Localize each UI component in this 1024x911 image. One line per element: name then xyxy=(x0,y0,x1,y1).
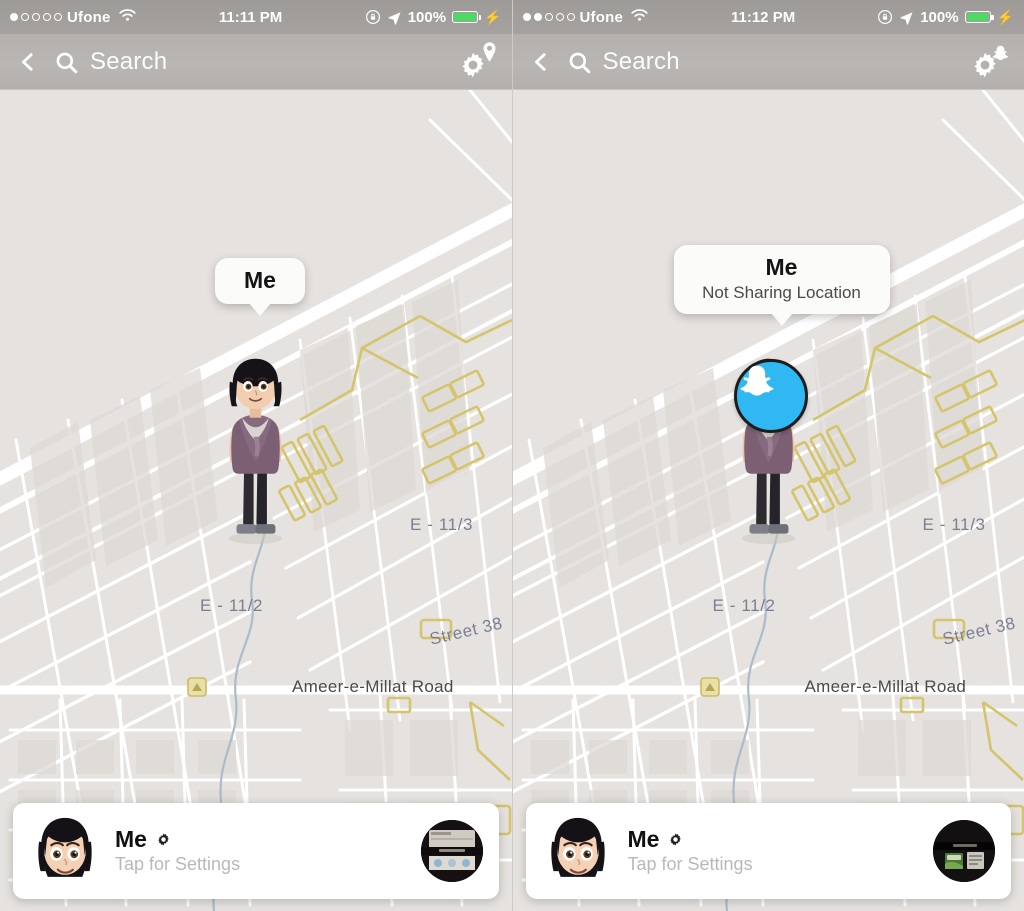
status-bar: Ufone 11:11 PM 100% ⚡ xyxy=(0,0,512,34)
search-placeholder-label: Search xyxy=(90,48,168,75)
map-label-area-1: E - 11/3 xyxy=(922,515,986,534)
bitmoji-headshot-icon xyxy=(542,815,614,887)
gear-ghost-icon[interactable] xyxy=(968,42,1008,82)
clock-label: 11:12 PM xyxy=(730,8,796,26)
snapchat-ghost-icon[interactable] xyxy=(733,359,808,433)
callout-title: Me xyxy=(765,254,798,280)
status-bar-left: Ufone xyxy=(522,8,650,27)
rotation-lock-icon xyxy=(365,9,381,25)
profile-subtitle-label: Tap for Settings xyxy=(627,854,753,875)
profile-name-label: Me xyxy=(115,826,147,853)
bitmoji-headshot-icon xyxy=(29,815,101,887)
map-label-area-2: E - 11/2 xyxy=(712,596,776,615)
cellular-signal-dots xyxy=(522,13,575,21)
snap-thumbnail[interactable] xyxy=(420,820,483,882)
battery-percent-label: 100% xyxy=(407,8,447,26)
profile-settings-card[interactable]: Me Tap for Settings xyxy=(13,803,499,899)
wifi-icon xyxy=(118,8,137,27)
gear-icon[interactable] xyxy=(155,831,172,848)
lightning-bolt-icon: ⚡ xyxy=(996,9,1014,25)
snap-thumbnail[interactable] xyxy=(933,820,995,882)
battery-percent-label: 100% xyxy=(920,8,959,26)
map-label-area-1: E - 11/3 xyxy=(410,515,474,534)
nav-bar: Search xyxy=(0,34,512,90)
status-bar-center: 11:11 PM xyxy=(137,9,365,26)
profile-name-row: Me xyxy=(628,827,934,851)
search-input[interactable]: Search xyxy=(54,48,456,76)
clock-label: 11:11 PM xyxy=(218,8,283,26)
gear-icon[interactable] xyxy=(667,831,684,848)
phone-screen-left: Ufone 11:11 PM 100% ⚡ Search E - 11/3 E … xyxy=(0,0,512,911)
cellular-signal-dots xyxy=(10,13,62,21)
map-label-area-2: E - 11/2 xyxy=(200,596,264,615)
profile-name-row: Me xyxy=(115,827,421,851)
search-input[interactable]: Search xyxy=(567,48,969,76)
gear-location-pin-icon[interactable] xyxy=(456,42,496,82)
profile-card-text: Me Tap for Settings xyxy=(115,827,421,875)
phone-screen-right: Ufone 11:12 PM 100% ⚡ Search E - 11/3 E … xyxy=(511,0,1024,911)
map-avatar-bitmoji[interactable] xyxy=(208,355,303,545)
map-callout-bubble[interactable]: Me Not Sharing Location xyxy=(673,245,890,326)
dual-screenshot-comparison: Ufone 11:11 PM 100% ⚡ Search E - 11/3 E … xyxy=(0,0,1024,911)
status-bar-center: 11:12 PM xyxy=(649,9,877,26)
profile-subtitle-label: Tap for Settings xyxy=(115,854,241,875)
status-bar-right: 100% ⚡ xyxy=(365,9,502,26)
status-bar-left: Ufone xyxy=(10,8,137,27)
status-bar: Ufone 11:12 PM 100% ⚡ xyxy=(512,0,1024,34)
profile-name-label: Me xyxy=(627,826,660,853)
profile-card-text: Me Tap for Settings xyxy=(628,827,934,875)
wifi-icon xyxy=(630,8,649,27)
nav-bar: Search xyxy=(512,34,1024,90)
search-icon xyxy=(54,50,79,75)
map-callout-bubble[interactable]: Me xyxy=(215,258,305,317)
lightning-bolt-icon: ⚡ xyxy=(484,9,502,25)
map-label-ameer-e-millat-road: Ameer-e-Millat Road xyxy=(292,677,454,696)
location-arrow-icon xyxy=(899,10,914,25)
battery-icon xyxy=(964,11,994,23)
carrier-label: Ufone xyxy=(579,8,623,26)
rotation-lock-icon xyxy=(877,9,893,25)
profile-settings-card[interactable]: Me Tap for Settings xyxy=(525,803,1011,899)
search-placeholder-label: Search xyxy=(602,48,680,75)
search-icon xyxy=(567,50,592,75)
map-canvas[interactable]: E - 11/3 E - 11/2 Street 38 Ameer-e-Mill… xyxy=(0,90,512,911)
map-label-ameer-e-millat-road: Ameer-e-Millat Road xyxy=(804,677,967,696)
back-chevron-icon[interactable] xyxy=(16,50,40,74)
battery-icon xyxy=(452,11,482,23)
callout-title: Me xyxy=(244,267,276,293)
status-bar-right: 100% ⚡ xyxy=(877,9,1014,26)
map-canvas[interactable]: E - 11/3 E - 11/2 Street 38 Ameer-e-Mill… xyxy=(512,90,1024,911)
callout-subtitle: Not Sharing Location xyxy=(702,283,861,303)
location-arrow-icon xyxy=(387,10,402,25)
back-chevron-icon[interactable] xyxy=(529,50,553,74)
carrier-label: Ufone xyxy=(67,8,111,26)
